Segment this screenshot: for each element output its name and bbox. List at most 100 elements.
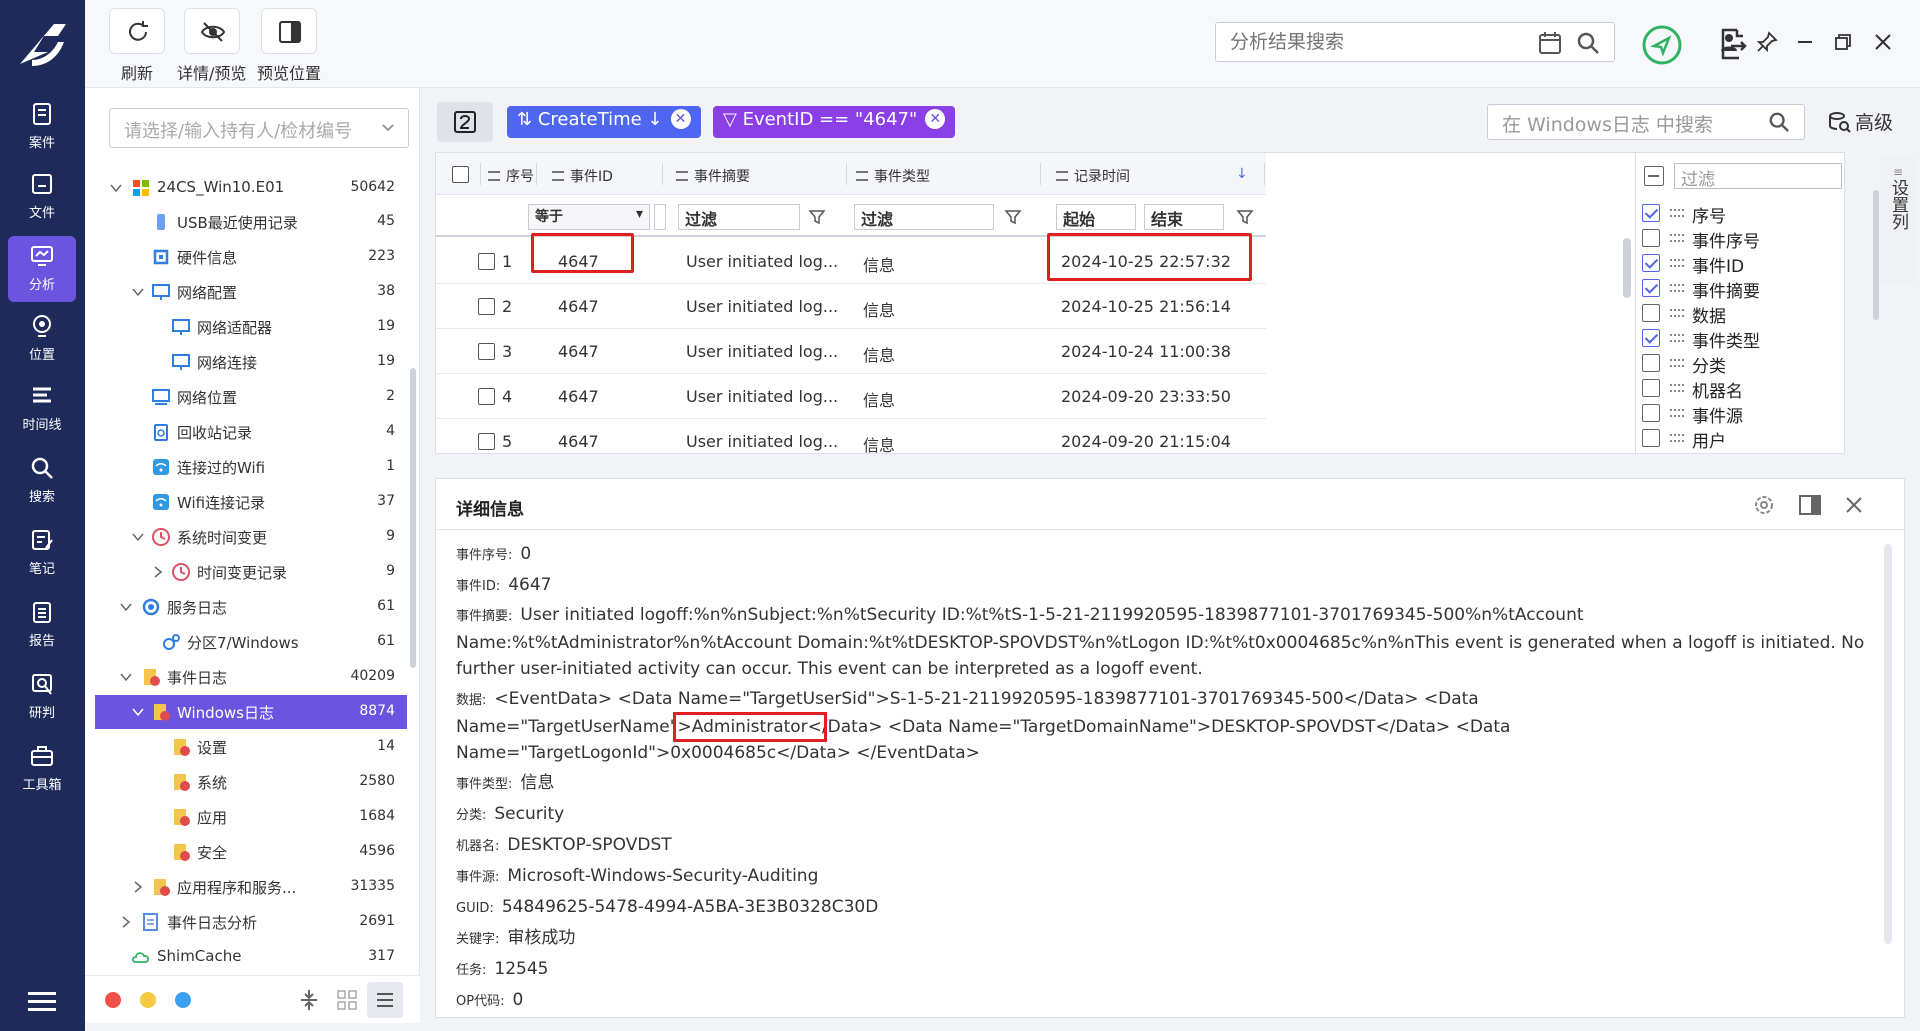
chevron-down-icon[interactable] [119, 670, 133, 684]
tree-item-security[interactable]: 安全 4596 [95, 835, 407, 869]
restore-icon[interactable] [1831, 30, 1855, 54]
tree-item-partition[interactable]: 分区7/Windows 61 [95, 625, 407, 659]
tree-item-time-records[interactable]: 时间变更记录 9 [95, 555, 407, 589]
menu-icon[interactable] [28, 990, 56, 1012]
tree-item-event-analysis[interactable]: 事件日志分析 2691 [95, 905, 407, 939]
operator-select[interactable]: 等于 ▾ [528, 204, 650, 230]
table-row[interactable]: 3 4647 User initiated log... 信息 2024-10-… [436, 329, 1266, 374]
chevron-right-icon[interactable] [131, 880, 145, 894]
chevron-right-icon[interactable] [119, 915, 133, 929]
tree-item-app-services[interactable]: 应用程序和服务... 31335 [95, 870, 407, 904]
sort-desc-icon[interactable]: ↓ [1236, 166, 1248, 182]
advanced-search-button[interactable]: 高级 [1827, 108, 1893, 135]
column-item[interactable]: 分类 [1642, 351, 1832, 377]
gear-icon[interactable] [1752, 493, 1776, 517]
column-item[interactable]: 用户 [1642, 426, 1832, 452]
select-all-checkbox[interactable] [452, 166, 469, 183]
calendar-icon[interactable] [1538, 31, 1562, 55]
row-checkbox[interactable] [478, 298, 495, 315]
grid-view-icon[interactable] [335, 988, 359, 1012]
funnel-icon[interactable] [808, 208, 826, 226]
nav-report[interactable]: 报告 [8, 592, 76, 658]
chevron-down-icon[interactable] [119, 600, 133, 614]
tree-item-network-location[interactable]: 网络位置 2 [95, 380, 407, 414]
column-select-all-checkbox[interactable] [1644, 166, 1664, 186]
funnel-icon[interactable] [1236, 208, 1254, 226]
column-checkbox[interactable] [1642, 304, 1660, 322]
tree-item-network-config[interactable]: 网络配置 38 [95, 275, 407, 309]
chevron-down-icon[interactable] [131, 285, 145, 299]
col-header-seq[interactable]: 序号 [488, 166, 534, 186]
nav-location[interactable]: 位置 [8, 306, 76, 372]
column-list-scrollbar[interactable] [1873, 190, 1879, 320]
detail-preview-button[interactable]: 详情/预览 [177, 8, 246, 84]
grid-scrollbar[interactable] [1623, 238, 1631, 298]
analysis-search-box[interactable] [1215, 22, 1615, 62]
time-start-input[interactable]: 起始 [1056, 204, 1136, 230]
tree-item-usb[interactable]: USB最近使用记录 45 [95, 205, 407, 239]
grip-icon[interactable] [1670, 334, 1684, 342]
nav-case[interactable]: 案件 [8, 94, 76, 160]
column-item[interactable]: 事件源 [1642, 401, 1832, 427]
column-item[interactable]: 事件摘要 [1642, 276, 1832, 302]
column-item[interactable]: 事件序号 [1642, 226, 1832, 252]
tree-item-system[interactable]: 系统 2580 [95, 765, 407, 799]
row-checkbox[interactable] [478, 253, 495, 270]
windows-log-search[interactable]: 在 Windows日志 中搜索 [1487, 104, 1805, 140]
grip-icon[interactable] [1670, 234, 1684, 242]
grip-icon[interactable] [1670, 359, 1684, 367]
funnel-icon[interactable] [1004, 208, 1022, 226]
grip-icon[interactable] [1670, 259, 1684, 267]
tree-item-recycle[interactable]: 回收站记录 4 [95, 415, 407, 449]
type-filter-input[interactable]: 过滤 [854, 204, 994, 230]
collapse-icon[interactable] [297, 988, 321, 1012]
row-checkbox[interactable] [478, 343, 495, 360]
red-dot-icon[interactable] [105, 992, 121, 1008]
col-header-time[interactable]: 记录时间 [1056, 166, 1130, 186]
row-checkbox[interactable] [478, 388, 495, 405]
tree-item-wifi-records[interactable]: Wifi连接记录 37 [95, 485, 407, 519]
chevron-down-icon[interactable] [131, 530, 145, 544]
column-item[interactable]: 机器名 [1642, 376, 1832, 402]
event-id-chip[interactable]: ▽ EventID == "4647" ✕ [713, 106, 956, 138]
remove-chip-icon[interactable]: ✕ [670, 109, 691, 129]
user-icon[interactable] [1717, 30, 1741, 54]
blue-dot-icon[interactable] [175, 992, 191, 1008]
remove-chip-icon[interactable]: ✕ [925, 109, 946, 129]
grip-icon[interactable] [1670, 434, 1684, 442]
column-settings-tab[interactable]: ≡ 设置列 [1880, 155, 1916, 285]
tree-item-wifi[interactable]: 连接过的Wifi 1 [95, 450, 407, 484]
close-icon[interactable] [1871, 30, 1895, 54]
tree-item-hardware[interactable]: 硬件信息 223 [95, 240, 407, 274]
yellow-dot-icon[interactable] [140, 992, 156, 1008]
column-checkbox[interactable] [1642, 404, 1660, 422]
tree-scrollbar[interactable] [410, 368, 416, 668]
nav-analysis[interactable]: 分析 [8, 236, 76, 302]
column-item[interactable]: 事件类型 [1642, 326, 1832, 352]
grip-icon[interactable] [1670, 409, 1684, 417]
column-filter-input[interactable]: 过滤 [1674, 163, 1842, 190]
column-item[interactable]: 事件ID [1642, 251, 1832, 277]
column-checkbox[interactable] [1642, 354, 1660, 372]
preview-position-button[interactable]: 预览位置 [257, 8, 321, 84]
tree-item-connection[interactable]: 网络连接 19 [95, 345, 407, 379]
grip-icon[interactable] [1670, 309, 1684, 317]
column-item[interactable]: 数据 [1642, 301, 1832, 327]
analysis-search-input[interactable] [1216, 23, 1516, 61]
column-checkbox[interactable] [1642, 254, 1660, 272]
search-icon[interactable] [1768, 111, 1790, 133]
column-checkbox[interactable] [1642, 379, 1660, 397]
search-icon[interactable] [1576, 31, 1600, 55]
column-checkbox[interactable] [1642, 429, 1660, 447]
sort-chip[interactable]: ⇅ CreateTime ↓ ✕ [507, 106, 701, 138]
grip-icon[interactable] [1670, 384, 1684, 392]
table-row[interactable]: 2 4647 User initiated log... 信息 2024-10-… [436, 284, 1266, 329]
nav-files[interactable]: 文件 [8, 164, 76, 230]
shield-status-icon[interactable] [1641, 24, 1683, 66]
chevron-down-icon[interactable] [109, 181, 123, 195]
filter-count-button[interactable] [437, 102, 493, 142]
tree-item-adapter[interactable]: 网络适配器 19 [95, 310, 407, 344]
tree-item-shimcache[interactable]: ShimCache 317 [95, 940, 407, 974]
tree-item-service-log[interactable]: 服务日志 61 [95, 590, 407, 624]
list-view-button[interactable] [367, 982, 403, 1018]
